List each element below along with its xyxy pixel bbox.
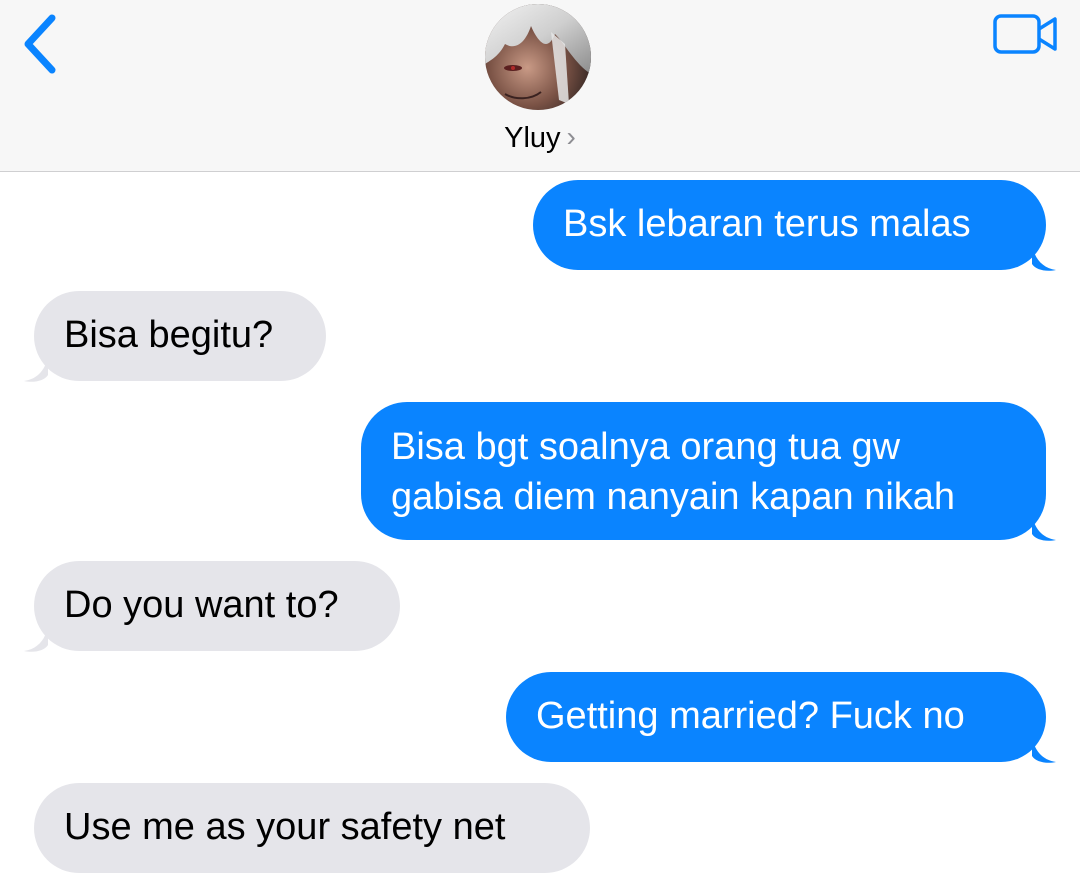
bubble-tail-sent (1032, 514, 1056, 541)
message-bubble-received[interactable]: Bisa begitu? (34, 291, 326, 381)
bubble-tail-sent (1032, 244, 1056, 271)
back-button[interactable] (14, 8, 70, 78)
contact-avatar[interactable] (485, 4, 591, 110)
contact-name-button[interactable]: Yluy › (0, 121, 1080, 155)
message-text: Do you want to? (64, 584, 339, 626)
message-bubble-sent[interactable]: Getting married? Fuck no (506, 672, 1046, 762)
message-text: Use me as your safety net (64, 806, 506, 848)
avatar-image (485, 4, 591, 110)
message-bubble-sent[interactable]: Bisa bgt soalnya orang tua gw gabisa die… (361, 402, 1046, 540)
message-bubble-sent[interactable]: Bsk lebaran terus malas (533, 180, 1046, 270)
message-text: Bisa begitu? (64, 314, 274, 356)
message-text: Getting married? Fuck no (536, 695, 965, 737)
message-text-line: gabisa diem nanyain kapan nikah (391, 476, 956, 518)
chevron-right-icon: › (566, 121, 576, 152)
contact-name: Yluy (504, 122, 561, 154)
message-bubble-received[interactable]: Do you want to? (34, 561, 400, 651)
video-camera-icon (993, 14, 1057, 54)
message-text: Bsk lebaran terus malas (563, 203, 971, 245)
video-call-button[interactable] (992, 12, 1060, 58)
chevron-left-icon (24, 14, 56, 74)
bubble-tail-received (24, 355, 48, 382)
message-bubble-received[interactable]: Use me as your safety net (34, 783, 590, 873)
message-text-line: Bisa bgt soalnya orang tua gw (391, 426, 901, 468)
bubble-tail-received (24, 625, 48, 652)
bubble-tail-sent (1032, 736, 1056, 763)
conversation-header: Yluy › (0, 0, 1080, 172)
